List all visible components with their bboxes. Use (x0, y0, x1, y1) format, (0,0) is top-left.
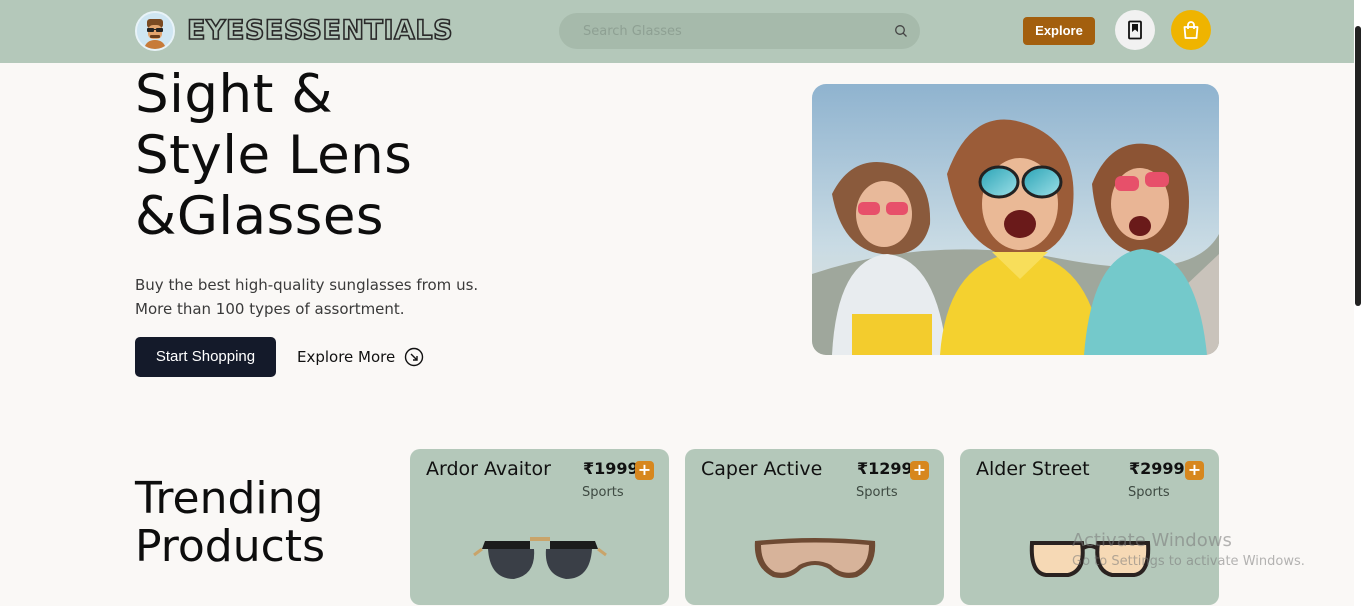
brand-logo[interactable]: EYESESSENTIALS (186, 14, 453, 48)
search-icon[interactable] (894, 24, 908, 38)
explore-more-label: Explore More (297, 348, 396, 366)
product-name: Caper Active (701, 458, 823, 480)
product-image (754, 538, 876, 578)
watermark-line: Go to Settings to activate Windows. (1072, 554, 1305, 569)
watermark-line: Activate Windows (1072, 530, 1232, 551)
product-price: ₹2999 (1129, 459, 1185, 478)
hero-title-line: Sight & (135, 64, 334, 125)
hero-title-line: Style Lens (135, 125, 413, 186)
search-input[interactable] (559, 13, 879, 49)
scrollbar-thumb[interactable] (1355, 26, 1361, 306)
explore-button[interactable]: Explore (1023, 17, 1095, 45)
product-name: Alder Street (976, 458, 1090, 480)
product-name: Ardor Avaitor (426, 458, 551, 480)
avatar-icon[interactable] (135, 11, 175, 51)
shopping-bag-icon (1183, 21, 1199, 39)
trending-title-line: Trending (135, 473, 324, 524)
product-category: Sports (1128, 485, 1170, 500)
search-bar (559, 13, 920, 49)
hero-title: Sight & Style Lens &Glasses (135, 64, 555, 247)
hero-description: Buy the best high-quality sunglasses fro… (135, 273, 495, 321)
bookmark-icon (1128, 20, 1142, 40)
product-category: Sports (856, 485, 898, 500)
plus-icon[interactable]: + (1185, 461, 1204, 480)
product-price: ₹1999 (583, 459, 639, 478)
plus-icon[interactable]: + (910, 461, 929, 480)
explore-more-link[interactable]: Explore More (297, 345, 424, 369)
windows-activation-watermark: Activate Windows Go to Settings to activ… (1072, 530, 1305, 569)
trending-title-line: Products (135, 521, 325, 572)
hero-image (812, 84, 1219, 355)
hero-title-line: &Glasses (135, 186, 385, 247)
product-card[interactable]: Caper Active ₹1299 + Sports (685, 449, 944, 605)
product-price: ₹1299 (857, 459, 913, 478)
cart-button[interactable] (1171, 10, 1211, 50)
scrollbar[interactable] (1354, 0, 1362, 606)
bookmark-button[interactable] (1115, 10, 1155, 50)
trending-title: Trending Products (135, 475, 395, 571)
product-category: Sports (582, 485, 624, 500)
product-card[interactable]: Alder Street ₹2999 + Sports (960, 449, 1219, 605)
start-shopping-button[interactable]: Start Shopping (135, 337, 276, 377)
product-card[interactable]: Ardor Avaitor ₹1999 + Sports (410, 449, 669, 605)
hero-description-line: Buy the best high-quality sunglasses fro… (135, 276, 479, 294)
plus-icon[interactable]: + (635, 461, 654, 480)
hero-description-line: More than 100 types of assortment. (135, 300, 405, 318)
header: EYESESSENTIALS Explore (0, 0, 1354, 63)
arrow-circle-icon (405, 347, 424, 367)
product-image (473, 537, 607, 579)
